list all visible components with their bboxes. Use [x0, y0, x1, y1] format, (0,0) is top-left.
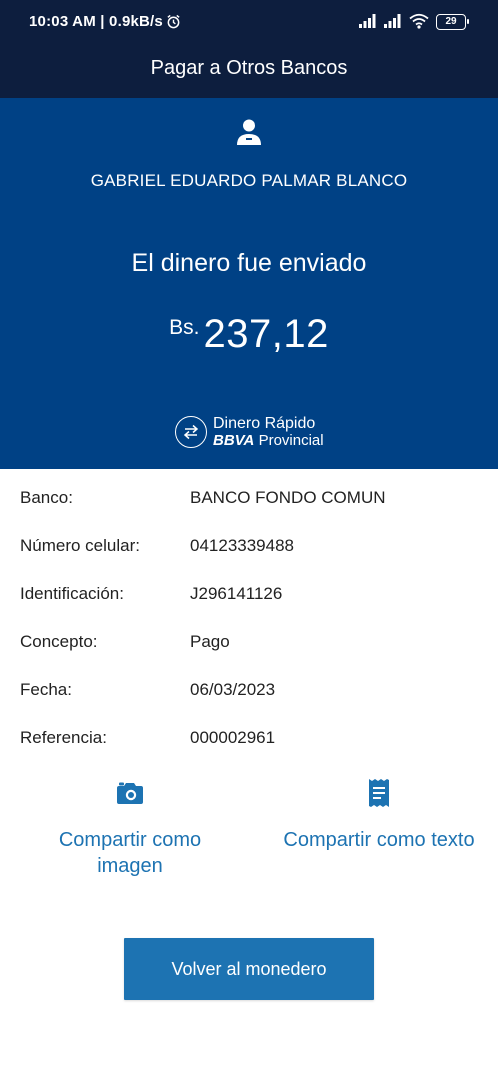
- detail-value: 000002961: [190, 728, 276, 747]
- brand-bank: BBVA Provincial: [213, 432, 324, 449]
- transfer-summary: GABRIEL EDUARDO PALMAR BLANCO El dinero …: [0, 98, 498, 469]
- amount-value: 237,12: [203, 312, 329, 356]
- detail-label: Referencia:: [20, 728, 107, 747]
- brand-bbva: BBVA: [213, 432, 255, 449]
- page-title: Pagar a Otros Bancos: [150, 57, 348, 79]
- detail-row-bank: Banco: BANCO FONDO COMUN: [0, 488, 498, 518]
- detail-row-concept: Concepto: Pago: [0, 632, 498, 662]
- success-message: El dinero fue enviado: [131, 249, 367, 277]
- detail-label: Fecha:: [20, 680, 72, 699]
- share-as-text-button[interactable]: Compartir como texto: [279, 778, 479, 853]
- detail-value: J296141126: [190, 584, 283, 603]
- cell-signal-icon: [384, 14, 401, 28]
- detail-value: 04123339488: [190, 536, 295, 555]
- brand-name: Dinero Rápido: [213, 415, 316, 432]
- app-bar: Pagar a Otros Bancos: [0, 42, 498, 98]
- person-icon: [237, 119, 261, 145]
- detail-row-reference: Referencia: 000002961: [0, 728, 498, 758]
- share-text-label: Compartir como texto: [283, 829, 475, 851]
- detail-row-date: Fecha: 06/03/2023: [0, 680, 498, 710]
- detail-value: Pago: [190, 632, 230, 651]
- detail-label: Banco:: [20, 488, 73, 507]
- detail-row-identification: Identificación: J296141126: [0, 584, 498, 614]
- battery-icon: 29: [436, 14, 469, 30]
- detail-value: BANCO FONDO COMUN: [190, 488, 386, 507]
- camera-icon: [117, 782, 143, 804]
- wifi-icon: [409, 13, 429, 29]
- transfer-arrows-icon: [175, 416, 207, 448]
- recipient-name: GABRIEL EDUARDO PALMAR BLANCO: [90, 171, 408, 190]
- receipt-icon: [369, 779, 389, 807]
- brand-logo: Dinero Rápido BBVA Provincial: [175, 415, 335, 451]
- cell-signal-icon: [359, 14, 376, 28]
- amount-display: Bs. 237,12: [0, 312, 498, 357]
- detail-row-phone: Número celular: 04123339488: [0, 536, 498, 566]
- brand-provincial: Provincial: [258, 432, 324, 449]
- currency-label: Bs.: [169, 316, 200, 339]
- return-to-wallet-button[interactable]: Volver al monedero: [124, 938, 374, 1000]
- detail-label: Número celular:: [20, 536, 140, 555]
- share-image-label: Compartir como imagen: [58, 829, 202, 877]
- status-bar: 10:03 AM | 0.9kB/s 29: [0, 0, 498, 42]
- detail-label: Concepto:: [20, 632, 98, 651]
- battery-level: 29: [445, 16, 457, 27]
- detail-value: 06/03/2023: [190, 680, 276, 699]
- status-time: 10:03 AM | 0.9kB/s: [29, 13, 163, 30]
- detail-label: Identificación:: [20, 584, 124, 603]
- alarm-clock-icon: [167, 14, 180, 29]
- share-as-image-button[interactable]: Compartir como imagen: [30, 778, 230, 879]
